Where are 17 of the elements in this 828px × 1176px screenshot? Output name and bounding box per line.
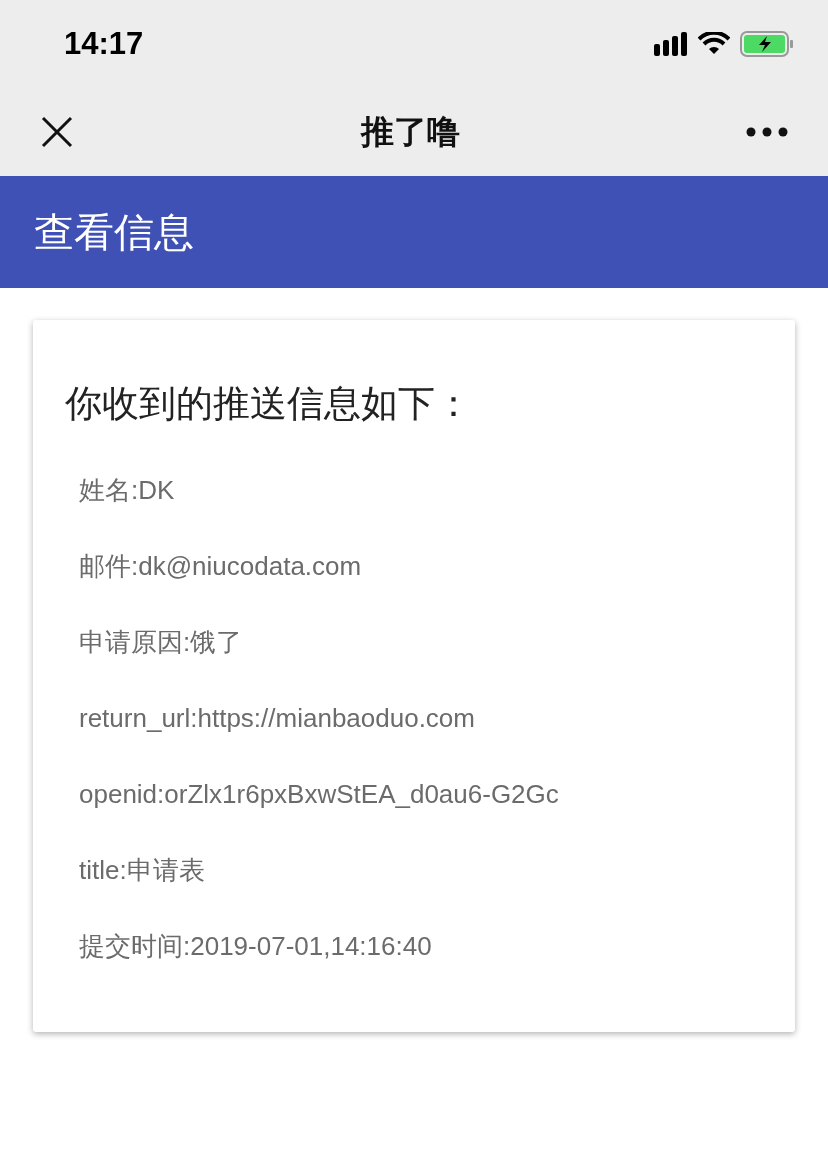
nav-title: 推了噜	[360, 112, 460, 153]
info-line: 姓名:DK	[79, 474, 176, 507]
signal-icon	[654, 32, 688, 56]
more-icon	[746, 127, 788, 137]
status-time: 14:17	[64, 24, 144, 63]
info-line: 申请原因:饿了	[79, 626, 244, 659]
close-button[interactable]	[40, 115, 74, 149]
header-title: 查看信息	[34, 209, 194, 256]
info-line: 邮件:dk@niucodata.com	[79, 550, 363, 583]
info-line: 提交时间:2019-07-01,14:16:40	[79, 930, 433, 963]
close-icon	[41, 116, 73, 148]
card-heading: 你收到的推送信息如下：	[65, 382, 473, 426]
info-line: openid:orZlx1r6pxBxwStEA_d0au6-G2Gc	[79, 778, 560, 811]
info-line: title:申请表	[79, 854, 206, 887]
wifi-icon	[698, 32, 730, 56]
info-line: return_url:https://mianbaoduo.com	[79, 702, 476, 735]
battery-icon	[740, 31, 794, 57]
